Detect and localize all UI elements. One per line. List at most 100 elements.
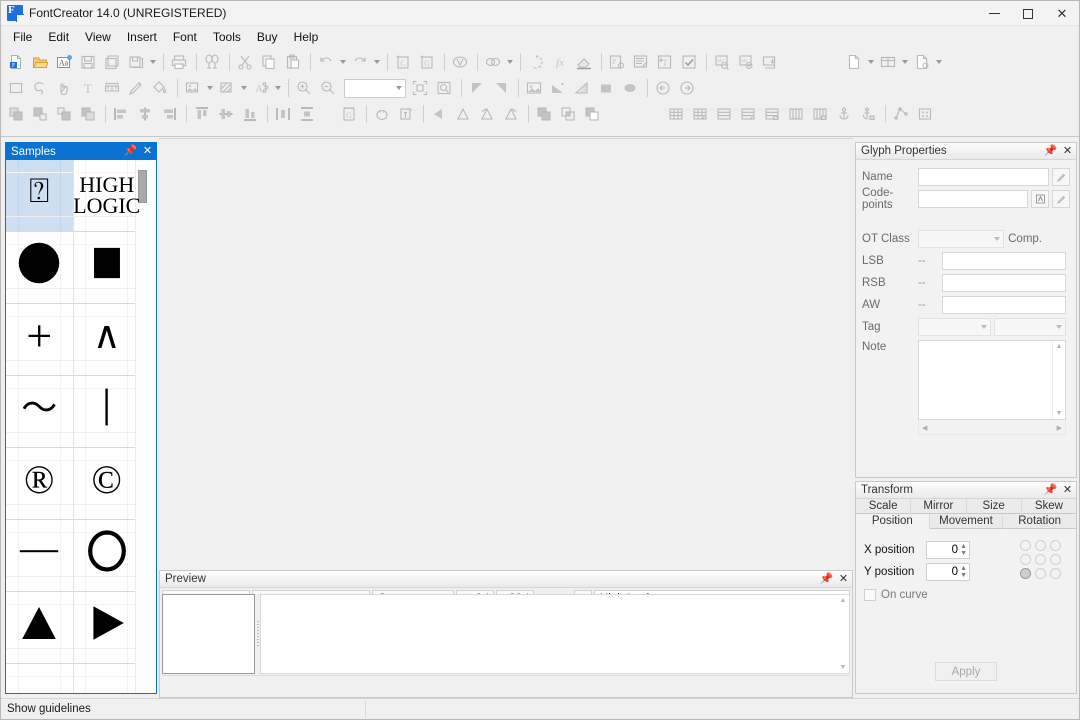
anchor-manager-icon[interactable] bbox=[395, 103, 417, 125]
align-middle-icon[interactable] bbox=[215, 103, 237, 125]
anchor-dot-8[interactable] bbox=[1050, 568, 1061, 579]
glyph-lsb-input[interactable] bbox=[942, 252, 1066, 270]
transform-anchor-grid[interactable] bbox=[1020, 540, 1062, 579]
chevron-down-icon[interactable] bbox=[374, 60, 380, 64]
corner-sw-icon[interactable] bbox=[466, 77, 488, 99]
rotate-right-icon[interactable] bbox=[500, 103, 522, 125]
open-font-icon[interactable] bbox=[29, 51, 51, 73]
wedge-glyph[interactable] bbox=[74, 664, 142, 693]
send-to-back-icon[interactable] bbox=[77, 103, 99, 125]
grid-merge-icon[interactable] bbox=[737, 103, 759, 125]
close-button[interactable]: ✕ bbox=[1045, 1, 1079, 26]
lasso-select-icon[interactable] bbox=[29, 77, 51, 99]
glyph-tag-select-secondary[interactable] bbox=[994, 318, 1067, 336]
align-left-icon[interactable] bbox=[110, 103, 132, 125]
anchor-dot-4[interactable] bbox=[1035, 554, 1046, 565]
glyph-codepoints-picker-button[interactable] bbox=[1031, 190, 1049, 208]
save-as-icon[interactable] bbox=[101, 51, 123, 73]
paste-icon[interactable] bbox=[282, 51, 304, 73]
menu-edit[interactable]: Edit bbox=[40, 28, 77, 46]
preview-pin-icon[interactable]: 📌 bbox=[821, 574, 832, 586]
glyph-properties-pin-icon[interactable]: 📌 bbox=[1045, 146, 1056, 158]
tab-position[interactable]: Position bbox=[856, 514, 930, 529]
on-curve-row[interactable]: On curve bbox=[864, 589, 1068, 601]
chevron-down-icon[interactable] bbox=[936, 60, 942, 64]
picture-icon[interactable] bbox=[523, 77, 545, 99]
menu-help[interactable]: Help bbox=[286, 28, 327, 46]
fx-icon[interactable]: fx bbox=[549, 51, 571, 73]
intersect-icon[interactable] bbox=[557, 103, 579, 125]
validation-icon[interactable] bbox=[678, 51, 700, 73]
notdef-glyph[interactable]: ⍰ bbox=[6, 160, 74, 232]
chevron-down-icon[interactable] bbox=[340, 60, 346, 64]
anchor-dot-2[interactable] bbox=[1050, 540, 1061, 551]
glyph-aw-input[interactable] bbox=[942, 296, 1066, 314]
glyph-note-horizontal-scrollbar[interactable]: ◀ ▶ bbox=[918, 421, 1066, 435]
cut-icon[interactable] bbox=[234, 51, 256, 73]
font-properties-icon[interactable]: P bbox=[606, 51, 628, 73]
bring-forward-icon[interactable] bbox=[29, 103, 51, 125]
tilde-glyph[interactable]: ～ bbox=[6, 376, 74, 448]
align-top-icon[interactable] bbox=[191, 103, 213, 125]
filled-square-glyph[interactable] bbox=[74, 232, 142, 304]
highlogic-glyph[interactable]: HIGHLOGIC bbox=[74, 160, 142, 232]
trapezoid-glyph[interactable] bbox=[6, 664, 74, 693]
image-tool-icon[interactable] bbox=[182, 77, 204, 99]
scroll-right-icon[interactable]: ▶ bbox=[1057, 424, 1062, 432]
union-icon[interactable] bbox=[533, 103, 555, 125]
samples-pin-icon[interactable]: 📌 bbox=[125, 146, 136, 158]
table-view-icon[interactable] bbox=[877, 51, 899, 73]
glyph-name-input[interactable] bbox=[918, 168, 1049, 186]
y-position-stepper[interactable]: 0 ▲▼ bbox=[926, 563, 970, 581]
scroll-left-icon[interactable]: ◀ bbox=[922, 424, 927, 432]
filled-circle-glyph[interactable] bbox=[6, 232, 74, 304]
insert-glyph-group-icon[interactable]: G bbox=[416, 51, 438, 73]
preview-vertical-scrollbar[interactable]: ▲ ▼ bbox=[837, 594, 850, 674]
find-icon[interactable] bbox=[201, 51, 223, 73]
anchor-dot-6[interactable] bbox=[1020, 568, 1031, 579]
rectangle-select-icon[interactable] bbox=[5, 77, 27, 99]
preview-text-icon[interactable]: abc bbox=[711, 51, 733, 73]
minimize-button[interactable] bbox=[977, 1, 1011, 26]
redo-icon[interactable] bbox=[349, 51, 371, 73]
bar-glyph[interactable] bbox=[74, 376, 142, 448]
fit-to-window-icon[interactable] bbox=[409, 77, 431, 99]
x-position-stepper[interactable]: 0 ▲▼ bbox=[926, 541, 970, 559]
grid-icon[interactable] bbox=[665, 103, 687, 125]
text-tool-icon[interactable]: T bbox=[77, 77, 99, 99]
align-right-icon[interactable] bbox=[158, 103, 180, 125]
slant-left-icon[interactable] bbox=[547, 77, 569, 99]
install-font-icon[interactable] bbox=[759, 51, 781, 73]
flip-triangle-icon[interactable] bbox=[452, 103, 474, 125]
kerning-icon[interactable] bbox=[371, 103, 393, 125]
triangle-up-glyph[interactable] bbox=[6, 592, 74, 664]
menu-insert[interactable]: Insert bbox=[119, 28, 165, 46]
contour-points-icon[interactable] bbox=[890, 103, 912, 125]
link-glyph-icon[interactable] bbox=[482, 51, 504, 73]
autokern-icon[interactable] bbox=[449, 51, 471, 73]
samples-scrollbar[interactable] bbox=[135, 160, 148, 693]
ellipse-shape-icon[interactable] bbox=[619, 77, 641, 99]
grid-columns-icon[interactable] bbox=[785, 103, 807, 125]
distribute-horizontal-icon[interactable] bbox=[272, 103, 294, 125]
fill-tool-icon[interactable] bbox=[149, 77, 171, 99]
scroll-up-icon[interactable]: ▲ bbox=[840, 597, 847, 604]
save-all-icon[interactable] bbox=[125, 51, 147, 73]
zoom-level-combo[interactable] bbox=[344, 79, 406, 98]
align-center-icon[interactable] bbox=[134, 103, 156, 125]
menu-font[interactable]: Font bbox=[165, 28, 205, 46]
menu-buy[interactable]: Buy bbox=[249, 28, 286, 46]
on-curve-checkbox[interactable] bbox=[864, 589, 876, 601]
pencil-tool-icon[interactable] bbox=[125, 77, 147, 99]
font-transform-icon[interactable] bbox=[630, 51, 652, 73]
glyph-otclass-select[interactable] bbox=[918, 230, 1004, 248]
menu-view[interactable]: View bbox=[77, 28, 119, 46]
undo-icon[interactable] bbox=[315, 51, 337, 73]
glyph-transform-icon[interactable]: A bbox=[250, 77, 272, 99]
anchor-icon[interactable] bbox=[833, 103, 855, 125]
distribute-vertical-icon[interactable] bbox=[296, 103, 318, 125]
new-font-icon[interactable]: F bbox=[5, 51, 27, 73]
square-shape-icon[interactable] bbox=[595, 77, 617, 99]
copyright-glyph[interactable]: © bbox=[74, 448, 142, 520]
eraser-icon[interactable] bbox=[573, 51, 595, 73]
